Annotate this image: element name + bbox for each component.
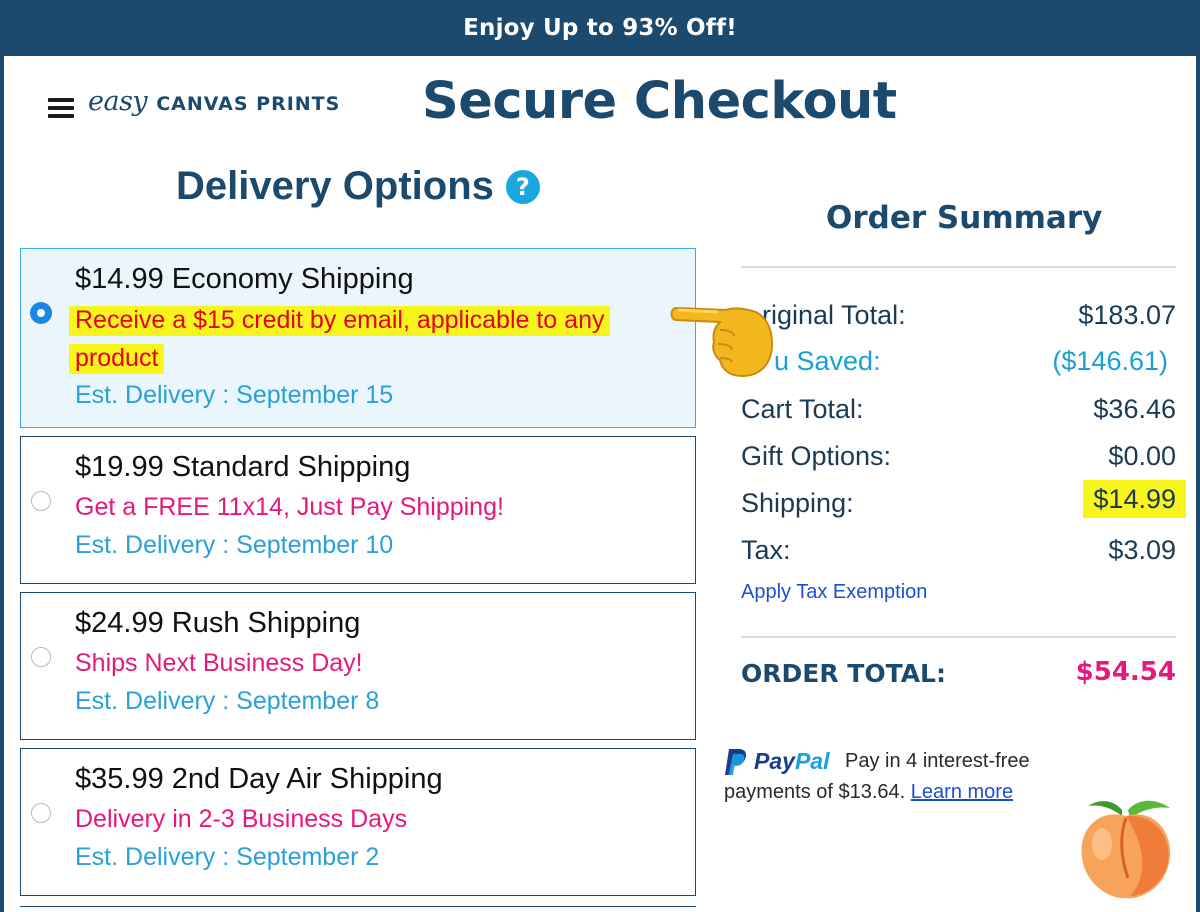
option-est-delivery: Est. Delivery : September 15 <box>75 381 394 409</box>
radio-2nd-day-air[interactable] <box>31 803 51 823</box>
logo-script: easy <box>88 86 148 117</box>
shipping-option-2nd-day-air[interactable]: $35.99 2nd Day Air Shipping Delivery in … <box>20 748 696 896</box>
option-est-delivery: Est. Delivery : September 8 <box>75 687 380 715</box>
pointing-hand-icon <box>670 306 774 378</box>
paypal-icon <box>725 748 746 775</box>
peach-icon <box>1081 800 1171 899</box>
paypal-wordmark: PayPal <box>754 746 829 777</box>
option-title: $19.99 Standard Shipping <box>75 451 411 483</box>
cart-total-label: Cart Total: <box>741 394 864 424</box>
option-promo: Get a FREE 11x14, Just Pay Shipping! <box>75 493 504 521</box>
help-icon[interactable]: ? <box>505 169 540 204</box>
order-total-label: ORDER TOTAL: <box>741 659 946 688</box>
order-summary-title: Order Summary <box>826 200 1103 236</box>
delivery-options-title: Delivery Options <box>176 164 494 208</box>
checkout-page: easy CANVAS PRINTS Secure Checkout Deliv… <box>4 56 1196 912</box>
tax-value: $3.09 <box>1108 535 1176 565</box>
paypal-text-line2: payments of $13.64. <box>724 781 906 804</box>
you-saved-label: u Saved: <box>774 346 881 376</box>
paypal-word-pal: Pal <box>794 748 830 775</box>
option-est-delivery: Est. Delivery : September 10 <box>75 531 394 559</box>
you-saved-value: ($146.61) <box>1052 346 1168 376</box>
promo-banner-text: Enjoy Up to 93% Off! <box>463 15 737 41</box>
summary-divider-bottom <box>741 636 1176 638</box>
shipping-option-standard[interactable]: $19.99 Standard Shipping Get a FREE 11x1… <box>20 436 696 584</box>
paypal-text-line1: Pay in 4 interest-free <box>845 750 1030 772</box>
option-promo-line2: product <box>69 344 165 374</box>
original-total-label: riginal Total: <box>762 300 906 330</box>
gift-options-value: $0.00 <box>1108 441 1176 471</box>
option-title: $24.99 Rush Shipping <box>75 607 361 639</box>
option-promo-line1: Receive a $15 credit by email, applicabl… <box>69 306 611 336</box>
option-title: $14.99 Economy Shipping <box>75 263 414 295</box>
gift-options-label: Gift Options: <box>741 441 892 471</box>
logo-caps: CANVAS PRINTS <box>156 93 341 115</box>
cart-total-value: $36.46 <box>1093 394 1176 424</box>
next-option-edge <box>20 906 696 912</box>
shipping-option-rush[interactable]: $24.99 Rush Shipping Ships Next Business… <box>20 592 696 740</box>
option-promo: Ships Next Business Day! <box>75 649 363 677</box>
shipping-option-economy[interactable]: $14.99 Economy Shipping Receive a $15 cr… <box>20 248 696 428</box>
page-title: Secure Checkout <box>422 72 897 131</box>
shipping-value: $14.99 <box>1083 480 1186 518</box>
site-logo[interactable]: easy CANVAS PRINTS <box>88 86 340 126</box>
paypal-logo: PayPal <box>724 746 829 777</box>
shipping-value-highlight: $14.99 <box>1083 480 1186 518</box>
summary-divider-top <box>741 266 1176 268</box>
option-promo: Receive a $15 credit by email, applicabl… <box>69 301 611 377</box>
learn-more-link[interactable]: Learn more <box>911 781 1013 803</box>
radio-standard[interactable] <box>31 491 51 511</box>
order-total-value: $54.54 <box>1075 657 1176 687</box>
radio-economy[interactable] <box>31 303 51 323</box>
paypal-installments: PayPal Pay in 4 interest-free payments o… <box>724 746 1074 808</box>
shipping-label: Shipping: <box>741 488 854 518</box>
radio-rush[interactable] <box>31 647 51 667</box>
apply-tax-exemption-link[interactable]: Apply Tax Exemption <box>741 581 927 604</box>
tax-label: Tax: <box>741 535 791 565</box>
paypal-word-pay: Pay <box>754 748 795 775</box>
option-title: $35.99 2nd Day Air Shipping <box>75 763 443 795</box>
promo-banner: Enjoy Up to 93% Off! <box>0 0 1200 56</box>
menu-icon[interactable] <box>48 98 74 118</box>
option-promo: Delivery in 2-3 Business Days <box>75 805 408 833</box>
option-est-delivery: Est. Delivery : September 2 <box>75 843 380 871</box>
original-total-value: $183.07 <box>1078 300 1176 330</box>
delivery-options-heading: Delivery Options ? <box>176 164 540 209</box>
